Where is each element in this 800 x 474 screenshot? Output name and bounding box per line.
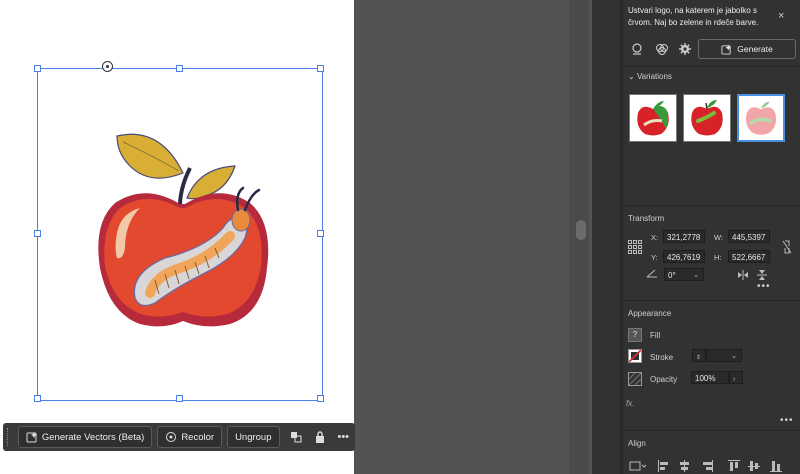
variations-title: Variations <box>636 72 672 81</box>
align-top-icon <box>728 460 740 461</box>
angle-field[interactable]: 0° ⌄ <box>664 268 704 281</box>
generate-icon <box>721 44 732 55</box>
chevron-down-icon: ⌄ <box>693 272 699 279</box>
variation-thumbnail-3-selected[interactable] <box>737 94 785 142</box>
angle-value: 0° <box>668 271 676 280</box>
flip-horizontal-icon[interactable] <box>737 270 749 280</box>
rotate-handle[interactable] <box>102 61 113 72</box>
x-field[interactable]: 321,2778 <box>663 230 705 243</box>
reference-point-icon[interactable] <box>628 240 642 254</box>
section-divider <box>620 430 800 431</box>
close-icon[interactable]: × <box>778 10 784 22</box>
align-right-icon <box>712 460 713 472</box>
align-middle-icon <box>748 466 760 467</box>
ungroup-label: Ungroup <box>235 431 272 443</box>
x-label: X: <box>651 233 659 242</box>
ungroup-button[interactable]: Ungroup <box>227 426 280 448</box>
resize-handle-middle-left[interactable] <box>34 230 41 237</box>
opacity-chevron[interactable]: › <box>729 371 743 384</box>
stroke-weight-field[interactable]: ⌄ <box>706 349 742 362</box>
prompt-text[interactable]: Ustvari logo, na katerem je jabolko s čr… <box>628 5 768 35</box>
w-field[interactable]: 445,5397 <box>728 230 770 243</box>
canvas-scroll-handle[interactable] <box>576 220 586 240</box>
variation-thumbnail-1[interactable] <box>629 94 677 142</box>
y-field[interactable]: 426,7619 <box>663 250 705 263</box>
section-divider <box>620 205 800 206</box>
recolor-button[interactable]: Recolor <box>157 426 223 448</box>
constrain-proportions-icon[interactable] <box>782 240 792 254</box>
opacity-label: Opacity <box>650 375 678 384</box>
y-label: Y: <box>651 253 658 262</box>
align-header: Align <box>628 439 646 448</box>
chevron-down-icon: ⌄ <box>731 353 737 360</box>
variations-header[interactable]: ⌄ Variations <box>628 72 672 81</box>
chevron-down-icon: ⌄ <box>628 72 635 81</box>
chevron-down-icon <box>641 464 647 468</box>
resize-handle-top-right[interactable] <box>317 65 324 72</box>
h-field[interactable]: 522,6667 <box>728 250 770 263</box>
panel-scrollbar[interactable] <box>620 0 623 474</box>
align-left-icon <box>658 460 659 472</box>
contextual-task-bar: Generate Vectors (Beta) Recolor Ungroup … <box>3 423 355 451</box>
stepper-icon: ⇕ <box>696 355 702 361</box>
transform-more-icon[interactable]: ••• <box>757 281 771 292</box>
opacity-field[interactable]: 100% <box>691 371 729 384</box>
stroke-label: Stroke <box>650 353 674 362</box>
recolor-label: Recolor <box>181 431 215 443</box>
recolor-icon <box>166 432 177 442</box>
align-center-icon <box>684 460 685 472</box>
stroke-weight-stepper[interactable]: ⇕ <box>692 349 706 362</box>
h-label: H: <box>714 253 722 262</box>
w-label: W: <box>714 233 724 242</box>
transform-header: Transform <box>628 214 665 223</box>
drag-grip[interactable] <box>7 428 12 446</box>
stroke-swatch[interactable] <box>628 349 642 363</box>
flip-vertical-icon[interactable] <box>757 269 767 281</box>
align-buttons-row[interactable] <box>628 459 798 473</box>
generate-label: Generate <box>737 44 773 54</box>
appearance-more-icon[interactable]: ••• <box>780 415 794 426</box>
fill-swatch[interactable]: ? <box>628 328 642 342</box>
rotate-angle-icon <box>646 269 657 278</box>
style-reference-icon[interactable] <box>630 42 644 56</box>
generate-button[interactable]: Generate <box>698 39 796 59</box>
resize-handle-bottom-center[interactable] <box>176 395 183 402</box>
variation-thumbnail-2[interactable] <box>683 94 731 142</box>
section-divider <box>620 300 800 301</box>
section-divider <box>620 66 800 67</box>
appearance-header: Appearance <box>628 309 672 318</box>
color-palette-icon[interactable] <box>655 42 669 56</box>
align-bottom-icon <box>770 471 782 472</box>
more-options-icon[interactable]: ••• <box>337 430 351 444</box>
lock-icon[interactable] <box>313 430 327 444</box>
generate-vectors-button[interactable]: Generate Vectors (Beta) <box>17 426 153 448</box>
fill-label: Fill <box>650 331 661 340</box>
opacity-icon <box>628 372 642 386</box>
selection-bounding-box[interactable] <box>37 68 323 401</box>
fx-effects-button[interactable]: fx. <box>626 399 634 408</box>
resize-handle-bottom-left[interactable] <box>34 395 41 402</box>
resize-handle-top-center[interactable] <box>176 65 183 72</box>
arrange-icon[interactable] <box>290 430 304 444</box>
generate-vectors-icon <box>26 432 37 443</box>
resize-handle-middle-right[interactable] <box>317 230 324 237</box>
align-to-icon <box>629 461 641 471</box>
gear-icon[interactable] <box>678 42 692 56</box>
chevron-right-icon: › <box>733 376 736 383</box>
generate-vectors-label: Generate Vectors (Beta) <box>41 431 145 443</box>
resize-handle-top-left[interactable] <box>34 65 41 72</box>
resize-handle-bottom-right[interactable] <box>317 395 324 402</box>
